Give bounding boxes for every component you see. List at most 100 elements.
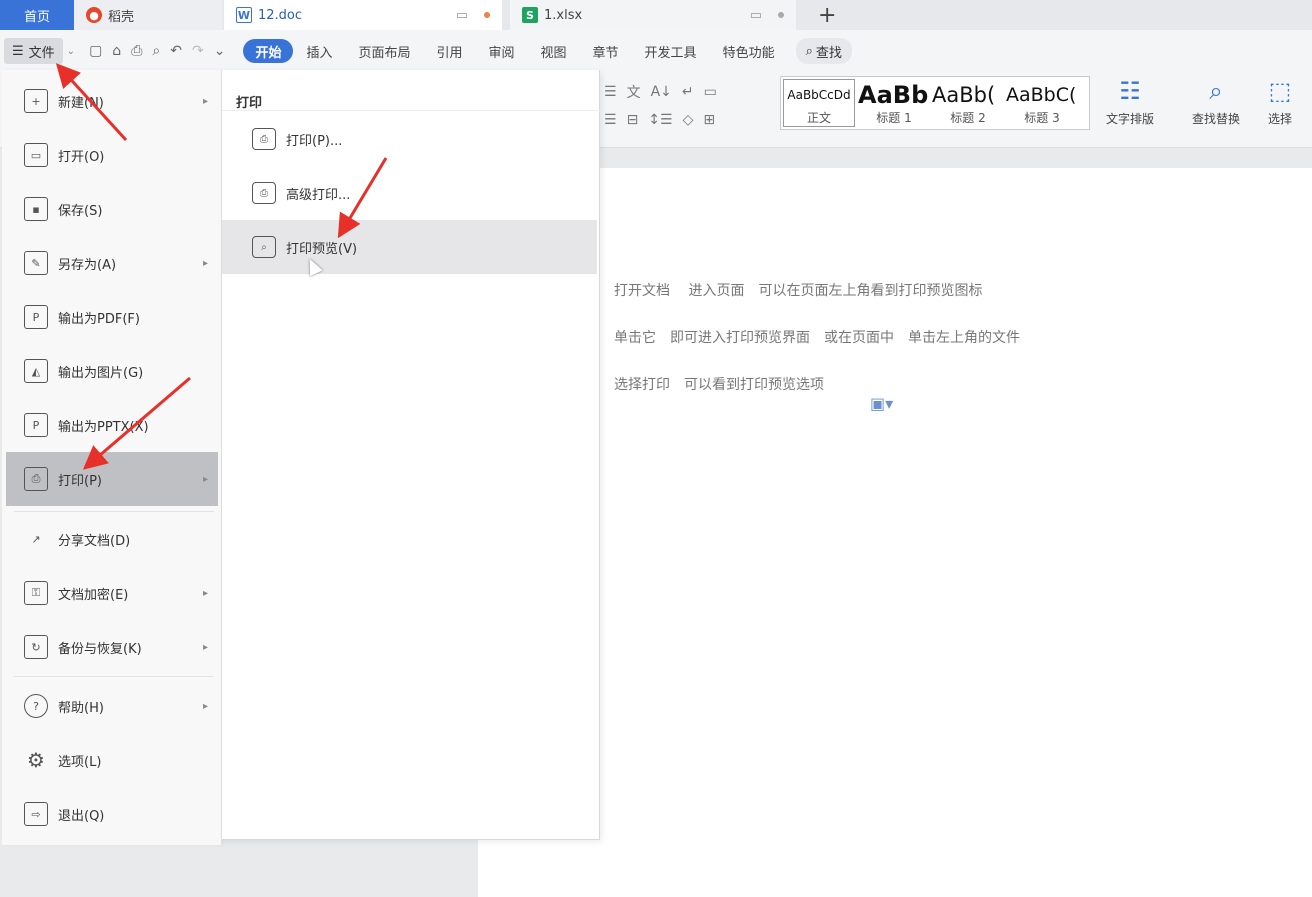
new-tab-button[interactable]: + (818, 0, 836, 30)
doc-paragraph-3[interactable]: 选择打印 可以看到打印预览选项 (614, 374, 824, 394)
tab-document-12doc[interactable]: W 12.doc ▭ (224, 0, 502, 30)
menu-item-label: 备份与恢复(K) (58, 641, 142, 657)
print-preview-icon[interactable]: ⌕ (152, 43, 160, 59)
submenu-arrow-icon: ▸ (202, 257, 208, 269)
menu-item-export-image[interactable]: ◭ 输出为图片(G) (6, 344, 218, 398)
style-label: 标题 3 (1024, 110, 1060, 125)
menu-item-export-pptx[interactable]: P 输出为PPTX(X) (6, 398, 218, 452)
shading-icon[interactable]: ◇ (683, 112, 694, 128)
tab-start[interactable]: 开始 (243, 39, 294, 63)
doc-paragraph-1[interactable]: 打开文档 进入页面 可以在页面左上角看到打印预览图标 (614, 280, 982, 300)
text-layout-button[interactable]: ☷ 文字排版 (1106, 76, 1154, 127)
menu-item-print[interactable]: ⎙ 打印(P) ▸ (6, 452, 218, 506)
tab-section[interactable]: 章节 (580, 39, 632, 63)
menu-item-export-pdf[interactable]: P 输出为PDF(F) (6, 290, 218, 344)
printer-icon: ⎙ (252, 128, 276, 150)
paste-options-icon[interactable]: ▣▾ (870, 394, 893, 413)
menu-item-label: 输出为PDF(F) (58, 311, 140, 327)
menu-item-save[interactable]: ▪ 保存(S) (6, 182, 218, 236)
printer-icon: ⎙ (24, 467, 48, 491)
tab-references[interactable]: 引用 (423, 39, 475, 63)
sort-icon[interactable]: A↓ (651, 84, 672, 100)
doc-paragraph-2[interactable]: 单击它 即可进入打印预览界面 或在页面中 单击左上角的文件 (614, 327, 1020, 347)
menu-item-share[interactable]: ↗ 分享文档(D) (6, 512, 218, 566)
show-marks-icon[interactable]: ↵ (682, 84, 694, 100)
customize-icon[interactable]: ⌄ (214, 43, 226, 59)
menu-item-label: 输出为PPTX(X) (58, 419, 149, 435)
submenu-item-advanced-print[interactable]: ⎙ 高级打印... (222, 166, 597, 220)
file-menu-label: 文件 (28, 45, 55, 61)
search-icon: ⌕ (805, 43, 813, 59)
menu-item-encrypt[interactable]: ⚿ 文档加密(E) ▸ (6, 566, 218, 620)
menu-item-exit[interactable]: ⇨ 退出(Q) (6, 787, 218, 841)
text-layout-icon: ☷ (1119, 77, 1141, 105)
tab-view[interactable]: 视图 (528, 39, 580, 63)
document-page[interactable] (478, 168, 1312, 897)
save-as-icon: ✎ (24, 251, 48, 275)
style-normal[interactable]: AaBbCcDd 正文 (783, 79, 855, 127)
submenu-item-label: 高级打印... (286, 187, 351, 203)
file-menu-button[interactable]: ☰ 文件 (4, 38, 63, 64)
select-button[interactable]: ⬚ 选择 (1268, 76, 1292, 127)
chevron-down-icon[interactable]: ⌄ (67, 46, 75, 57)
format-painter-icon[interactable]: ⌂ (112, 43, 121, 59)
style-preview: AaBbC( (1006, 83, 1077, 106)
tab-special-features[interactable]: 特色功能 (710, 39, 788, 63)
justify-icon[interactable]: ☰ (604, 112, 617, 128)
tab-daoke[interactable]: ● 稻壳 (74, 0, 222, 30)
close-dot-icon[interactable] (778, 12, 784, 18)
menu-item-label: 选项(L) (58, 754, 102, 770)
save-icon: ▪ (24, 197, 48, 221)
style-heading-1[interactable]: AaBb 标题 1 (857, 77, 931, 129)
menu-item-open[interactable]: ▭ 打开(O) (6, 128, 218, 182)
style-preview: AaBbCcDd (787, 87, 851, 102)
menu-item-save-as[interactable]: ✎ 另存为(A) ▸ (6, 236, 218, 290)
unsaved-dot-icon[interactable] (484, 12, 490, 18)
menu-item-options[interactable]: ⚙ 选项(L) (6, 733, 218, 787)
tab-daoke-label: 稻壳 (108, 9, 135, 25)
tab-review[interactable]: 审阅 (476, 39, 528, 63)
style-heading-2[interactable]: AaBb( 标题 2 (931, 77, 1005, 129)
distributed-icon[interactable]: ⊟ (627, 112, 639, 128)
menu-item-label: 退出(Q) (58, 808, 105, 824)
tab-home[interactable]: 首页 (0, 0, 74, 30)
print-preview-icon: ⌕ (252, 236, 276, 258)
tab-xlsx[interactable]: S 1.xlsx ▭ (510, 0, 796, 30)
monitor-icon[interactable]: ▭ (750, 8, 762, 23)
menu-item-backup[interactable]: ↻ 备份与恢复(K) ▸ (6, 620, 218, 674)
tab-page-layout[interactable]: 页面布局 (345, 39, 423, 63)
export-image-icon: ◭ (24, 359, 48, 383)
style-gallery: AaBbCcDd 正文 AaBb 标题 1 AaBb( 标题 2 AaBbC( … (780, 76, 1090, 130)
menu-item-label: 新建(N) (58, 95, 104, 111)
monitor-icon[interactable]: ▭ (456, 8, 468, 23)
submenu-arrow-icon: ▸ (202, 587, 208, 599)
submenu-divider (222, 110, 600, 111)
submenu-title: 打印 (236, 96, 263, 111)
tab-developer[interactable]: 开发工具 (632, 39, 710, 63)
export-pptx-icon: P (24, 413, 48, 437)
text-layout-label: 文字排版 (1106, 112, 1155, 126)
select-cursor-icon: ⬚ (1268, 77, 1292, 105)
submenu-item-print-preview[interactable]: ⌕ 打印预览(V) (222, 220, 597, 274)
tab-insert[interactable]: 插入 (293, 39, 345, 63)
ruler-icon[interactable]: ▭ (704, 84, 717, 100)
menu-item-help[interactable]: ? 帮助(H) ▸ (6, 679, 218, 733)
folder-open-icon: ▭ (24, 143, 48, 167)
line-spacing-icon[interactable]: ↕☰ (648, 112, 672, 128)
ribbon-tabs: 开始 插入 页面布局 引用 审阅 视图 章节 开发工具 特色功能 ⌕ 查找 (243, 38, 852, 64)
indent-icon[interactable]: ☰ (604, 84, 617, 100)
border-icon[interactable]: ⊞ (703, 112, 715, 128)
submenu-arrow-icon: ▸ (202, 700, 208, 712)
search-button[interactable]: ⌕ 查找 (795, 38, 852, 64)
submenu-item-print[interactable]: ⎙ 打印(P)... (222, 112, 597, 166)
print-icon[interactable]: ⎙ (131, 43, 142, 59)
save-icon[interactable]: ▢ (89, 43, 102, 59)
asian-layout-icon[interactable]: 文 (627, 82, 641, 102)
find-replace-button[interactable]: ⌕ 查找替换 (1192, 76, 1240, 127)
redo-icon[interactable]: ↷ (192, 43, 204, 59)
style-preview: AaBb( (932, 82, 996, 107)
menu-item-new[interactable]: + 新建(N) ▸ (6, 74, 218, 128)
undo-icon[interactable]: ↶ (170, 43, 182, 59)
menu-item-label: 分享文档(D) (58, 533, 131, 549)
style-heading-3[interactable]: AaBbC( 标题 3 (1005, 77, 1079, 129)
